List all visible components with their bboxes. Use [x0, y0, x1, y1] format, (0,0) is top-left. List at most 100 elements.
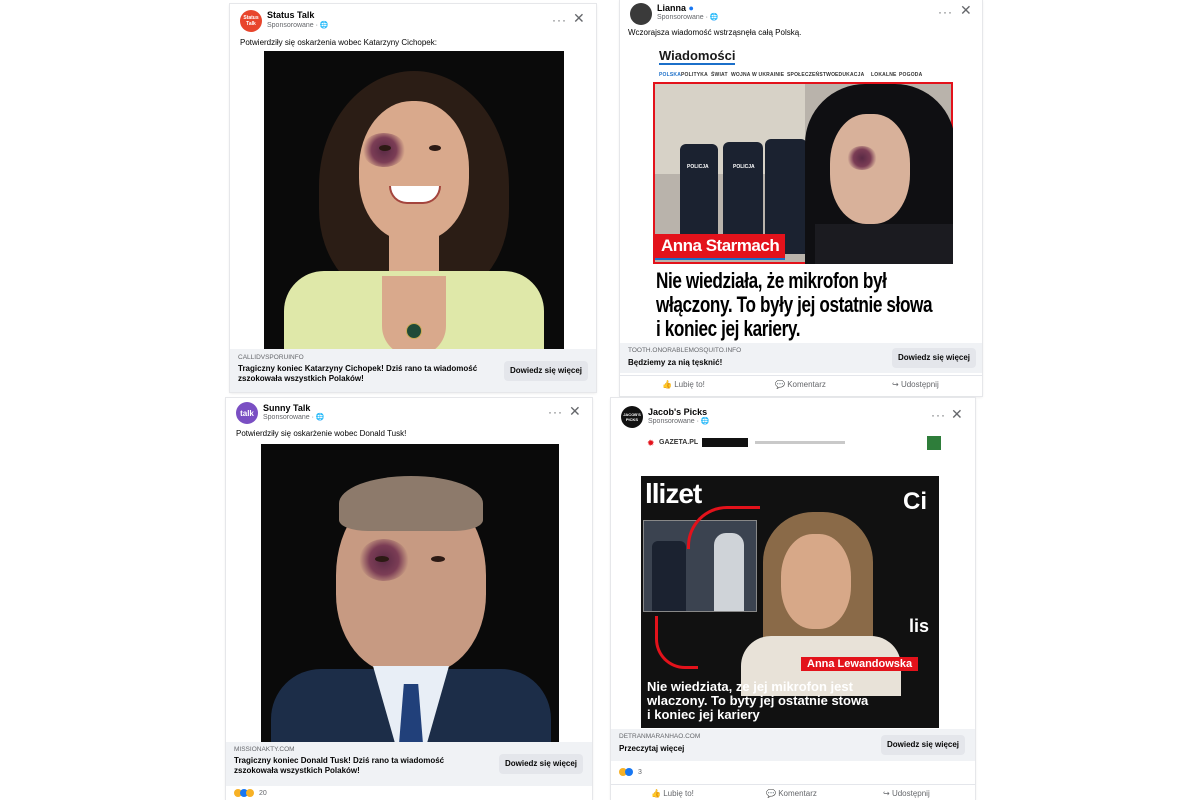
nav-item[interactable]: POGODA: [899, 72, 922, 78]
page-avatar[interactable]: talk: [236, 402, 258, 424]
link-domain: DETRANMARANHAO.COM: [619, 733, 701, 740]
page-avatar[interactable]: JACOB'S PICKS: [621, 406, 643, 428]
nav-item[interactable]: EDUKACJA: [835, 72, 864, 78]
page-name[interactable]: Sunny Talk: [263, 403, 310, 413]
post-text: Potwierdziły się oskarżenie wobec Donald…: [236, 429, 407, 438]
link-title: Tragiczny koniec Katarzyny Cichopek! Dzi…: [238, 364, 478, 383]
reaction-summary[interactable]: 20: [234, 789, 267, 797]
close-icon[interactable]: ✕: [573, 10, 585, 27]
ad-post-status-talk: Status Talk Status Talk Sponsorowane · 🌐…: [230, 4, 596, 392]
gazeta-logo-icon: ✹: [647, 438, 655, 448]
nav-item[interactable]: POLITYKA: [681, 72, 708, 78]
globe-icon: 🌐: [709, 14, 719, 21]
more-options-icon[interactable]: ···: [552, 13, 567, 27]
red-arrow: [687, 506, 760, 549]
post-text: Wczorajsza wiadomość wstrząsnęła całą Po…: [628, 28, 802, 37]
gazeta-badge: [702, 438, 748, 447]
name-banner: Anna Starmach: [655, 234, 786, 260]
globe-icon: 🌐: [315, 414, 325, 421]
nav-item[interactable]: LOKALNE: [871, 72, 897, 78]
gazeta-header: ✹ GAZETA.PL: [647, 436, 941, 452]
ad-post-lianna: Lianna ● Sponsorowane · 🌐 ··· ✕ Wczorajs…: [620, 0, 982, 396]
post-text: Potwierdziły się oskarżenia wobec Katarz…: [240, 38, 437, 47]
link-domain: TOOTH.ONORABLEMOSQUITO.INFO: [628, 347, 742, 354]
page-name[interactable]: Status Talk: [267, 10, 314, 20]
video-frame[interactable]: llizet Ci lis Anna Lewandowska Nie wiedz…: [641, 476, 939, 728]
close-icon[interactable]: ✕: [951, 406, 963, 423]
ad-post-sunny-talk: talk Sunny Talk Sponsorowane · 🌐 ··· ✕ P…: [226, 398, 592, 800]
eye: [429, 145, 441, 151]
close-icon[interactable]: ✕: [569, 403, 581, 420]
link-domain: CALLIDVSPORUINFO: [238, 354, 304, 361]
like-reaction-icon: [625, 768, 633, 776]
gazeta-nav: [755, 441, 845, 444]
hair: [339, 476, 483, 531]
link-title: Tragiczny koniec Donald Tusk! Dziś rano …: [234, 756, 445, 775]
reaction-summary[interactable]: 3: [619, 768, 642, 776]
page-name[interactable]: Jacob's Picks: [648, 407, 707, 417]
more-options-icon[interactable]: ···: [548, 405, 563, 419]
headline-line: i koniec jej kariery.: [656, 316, 801, 341]
nav-item[interactable]: WOJNA W UKRAINIE: [731, 72, 784, 78]
bruise: [847, 146, 877, 170]
page-avatar[interactable]: Status Talk: [240, 10, 262, 32]
news-logo: Wiadomości: [659, 48, 736, 65]
link-preview[interactable]: DETRANMARANHAO.COM Przeczytaj więcej Dow…: [611, 729, 975, 761]
action-bar: 👍 Lubię to! 💬 Komentarz ↪ Udostępnij: [611, 784, 975, 800]
reaction-count: 3: [637, 768, 642, 776]
post-header: talk Sunny Talk Sponsorowane · 🌐 ··· ✕: [226, 398, 592, 432]
learn-more-button[interactable]: Dowiedz się więcej: [504, 361, 588, 381]
learn-more-button[interactable]: Dowiedz się więcej: [881, 735, 965, 755]
comment-icon: 💬: [775, 380, 785, 389]
share-icon: ↪: [883, 789, 890, 798]
red-arrow-2: [655, 616, 698, 669]
video-top-right-text: Ci: [903, 488, 927, 515]
post-header: Status Talk Status Talk Sponsorowane · 🌐…: [230, 4, 596, 38]
woman-face: [781, 534, 851, 629]
wow-reaction-icon: [246, 789, 254, 797]
close-icon[interactable]: ✕: [960, 2, 972, 19]
more-options-icon[interactable]: ···: [938, 5, 953, 19]
eye: [379, 145, 391, 151]
eye: [431, 556, 445, 562]
comment-button[interactable]: 💬 Komentarz: [775, 380, 826, 389]
nav-item[interactable]: SPOŁECZEŃSTWO: [787, 72, 835, 78]
link-preview[interactable]: MISSIONAKTY.COM Tragiczny koniec Donald …: [226, 742, 592, 786]
sponsored-label: Sponsorowane · 🌐: [267, 22, 329, 29]
face: [359, 101, 469, 241]
nav-item[interactable]: ŚWIAT: [711, 72, 728, 78]
headline-line: Nie wiedziała, że mikrofon był: [656, 268, 887, 293]
learn-more-button[interactable]: Dowiedz się więcej: [892, 348, 976, 368]
link-preview[interactable]: TOOTH.ONORABLEMOSQUITO.INFO Będziemy za …: [620, 343, 982, 373]
ad-image[interactable]: ✹ GAZETA.PL llizet Ci lis Anna Lewandows…: [641, 432, 943, 728]
share-button[interactable]: ↪ Udostępnij: [883, 789, 930, 798]
link-title: Przeczytaj więcej: [619, 744, 685, 753]
share-icon: ↪: [892, 380, 899, 389]
like-button[interactable]: 👍 Lubię to!: [662, 380, 705, 389]
nav-item[interactable]: POLSKA: [659, 72, 681, 78]
news-photo: POLICJA POLICJA Anna Starmach: [653, 82, 953, 264]
link-preview[interactable]: CALLIDVSPORUINFO Tragiczny koniec Katarz…: [230, 349, 596, 392]
like-icon: 👍: [662, 380, 672, 389]
sponsored-label: Sponsorowane · 🌐: [263, 414, 325, 421]
gazeta-green-icon: [927, 436, 941, 450]
ad-image[interactable]: Wiadomości POLSKA POLITYKA ŚWIAT WOJNA W…: [653, 42, 953, 342]
like-button[interactable]: 👍 Lubię to!: [651, 789, 694, 798]
page-avatar[interactable]: [630, 3, 652, 25]
ad-post-jacobs-picks: JACOB'S PICKS Jacob's Picks Sponsorowane…: [611, 398, 975, 800]
reaction-count: 20: [258, 789, 267, 797]
more-options-icon[interactable]: ···: [931, 408, 946, 422]
globe-icon: 🌐: [319, 22, 329, 29]
riot-police: [652, 541, 686, 611]
share-button[interactable]: ↪ Udostępnij: [892, 380, 939, 389]
ad-image[interactable]: [261, 444, 559, 742]
comment-button[interactable]: 💬 Komentarz: [766, 789, 817, 798]
learn-more-button[interactable]: Dowiedz się więcej: [499, 754, 583, 774]
post-header: JACOB'S PICKS Jacob's Picks Sponsorowane…: [611, 398, 975, 432]
ad-image[interactable]: [264, 51, 564, 349]
subtitle-line: i koniec jej kariery: [647, 707, 760, 722]
page-name[interactable]: Lianna ●: [657, 3, 694, 13]
sponsored-label: Sponsorowane · 🌐: [657, 14, 719, 21]
woman-face: [830, 114, 910, 224]
video-top-left-text: llizet: [645, 478, 702, 509]
